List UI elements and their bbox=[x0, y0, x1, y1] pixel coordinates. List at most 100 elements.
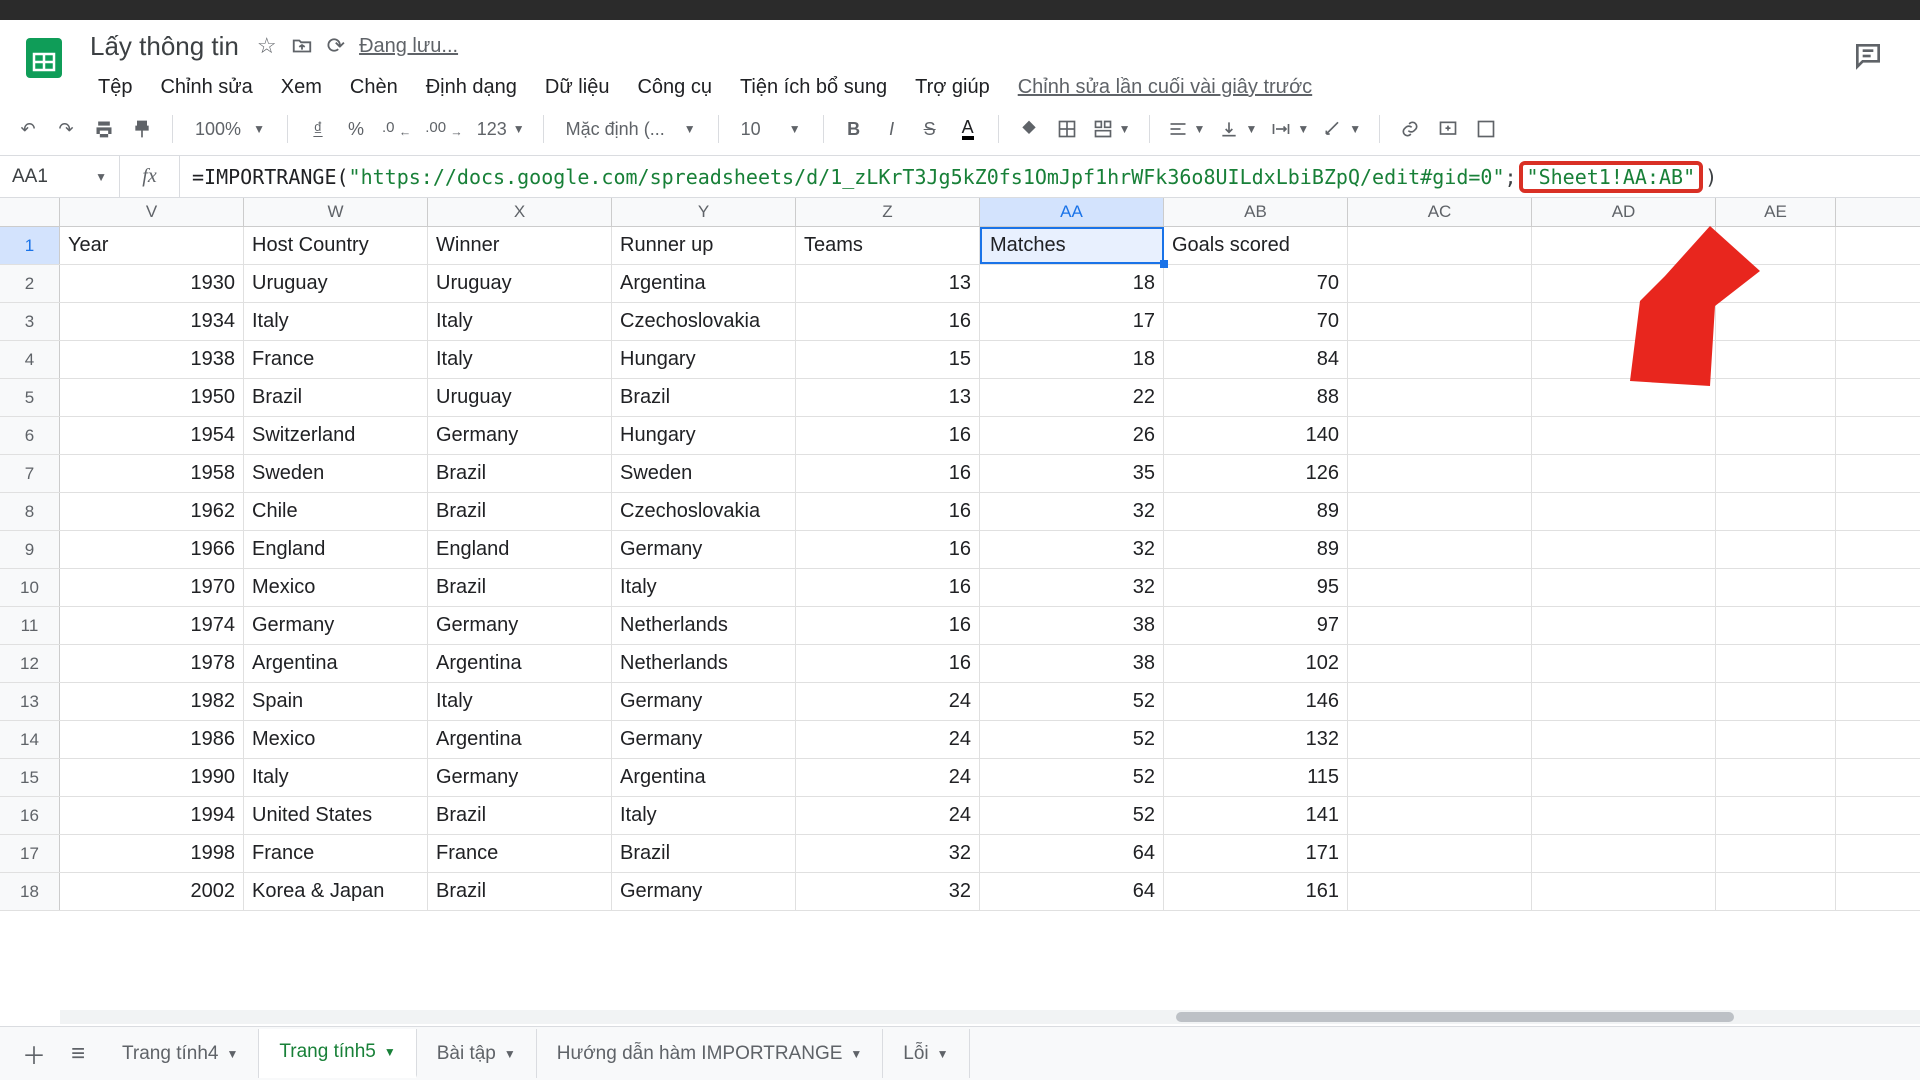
cell[interactable]: 126 bbox=[1164, 455, 1348, 492]
row-header[interactable]: 18 bbox=[0, 873, 60, 910]
row-header[interactable]: 16 bbox=[0, 797, 60, 834]
cell[interactable] bbox=[1532, 873, 1716, 910]
cell[interactable]: Matches bbox=[980, 227, 1164, 264]
cell[interactable] bbox=[1716, 607, 1836, 644]
sheet-tab[interactable]: Trang tính4▼ bbox=[102, 1029, 259, 1078]
cloud-sync-icon[interactable]: ⟳ bbox=[327, 33, 345, 59]
cell[interactable] bbox=[1716, 759, 1836, 796]
cell[interactable] bbox=[1716, 797, 1836, 834]
cell[interactable]: United States bbox=[244, 797, 428, 834]
cell[interactable]: 1994 bbox=[60, 797, 244, 834]
cell[interactable]: Italy bbox=[428, 683, 612, 720]
star-icon[interactable]: ☆ bbox=[257, 33, 277, 59]
cell[interactable]: Germany bbox=[612, 683, 796, 720]
cell[interactable] bbox=[1348, 835, 1532, 872]
cell[interactable]: 1982 bbox=[60, 683, 244, 720]
cell[interactable]: 1974 bbox=[60, 607, 244, 644]
cell[interactable] bbox=[1532, 493, 1716, 530]
wrap-button[interactable]: ▼ bbox=[1265, 111, 1315, 147]
col-header-AC[interactable]: AC bbox=[1348, 198, 1532, 226]
cell[interactable]: 13 bbox=[796, 265, 980, 302]
cell[interactable]: Netherlands bbox=[612, 607, 796, 644]
cell[interactable]: Germany bbox=[428, 417, 612, 454]
last-edit-link[interactable]: Chỉnh sửa lần cuối vài giây trước bbox=[1006, 72, 1324, 103]
cell[interactable] bbox=[1348, 417, 1532, 454]
cell[interactable]: Brazil bbox=[612, 379, 796, 416]
cell[interactable]: Germany bbox=[612, 721, 796, 758]
cell[interactable] bbox=[1348, 341, 1532, 378]
cell[interactable]: 16 bbox=[796, 569, 980, 606]
cell[interactable]: 24 bbox=[796, 721, 980, 758]
rotate-button[interactable]: ▼ bbox=[1317, 111, 1367, 147]
cell[interactable] bbox=[1348, 683, 1532, 720]
cell[interactable]: Italy bbox=[612, 569, 796, 606]
merge-button[interactable]: ▼ bbox=[1087, 111, 1137, 147]
currency-button[interactable]: ₫ bbox=[300, 111, 336, 147]
font-select[interactable]: Mặc định (...▼ bbox=[556, 111, 706, 147]
cell[interactable]: Brazil bbox=[244, 379, 428, 416]
cell[interactable]: 52 bbox=[980, 683, 1164, 720]
cell[interactable] bbox=[1532, 797, 1716, 834]
move-folder-icon[interactable] bbox=[291, 35, 313, 57]
col-header-Z[interactable]: Z bbox=[796, 198, 980, 226]
menu-chèn[interactable]: Chèn bbox=[338, 72, 410, 103]
cell[interactable]: 70 bbox=[1164, 303, 1348, 340]
cell[interactable] bbox=[1532, 607, 1716, 644]
cell[interactable]: 38 bbox=[980, 645, 1164, 682]
cell[interactable]: Brazil bbox=[428, 873, 612, 910]
cell[interactable]: Argentina bbox=[612, 759, 796, 796]
cell[interactable]: Mexico bbox=[244, 721, 428, 758]
cell[interactable] bbox=[1716, 835, 1836, 872]
cell[interactable]: Hungary bbox=[612, 341, 796, 378]
cell[interactable]: 115 bbox=[1164, 759, 1348, 796]
cell[interactable]: England bbox=[428, 531, 612, 568]
menu-chỉnh sửa[interactable]: Chỉnh sửa bbox=[148, 72, 264, 103]
cell[interactable] bbox=[1716, 873, 1836, 910]
row-header[interactable]: 17 bbox=[0, 835, 60, 872]
cell[interactable]: 64 bbox=[980, 835, 1164, 872]
cell[interactable] bbox=[1532, 455, 1716, 492]
cell[interactable]: 26 bbox=[980, 417, 1164, 454]
row-header[interactable]: 13 bbox=[0, 683, 60, 720]
cell[interactable]: Argentina bbox=[428, 645, 612, 682]
horizontal-scrollbar[interactable] bbox=[60, 1010, 1920, 1024]
col-header-AA[interactable]: AA bbox=[980, 198, 1164, 226]
cell[interactable]: 24 bbox=[796, 683, 980, 720]
cell[interactable]: 52 bbox=[980, 797, 1164, 834]
strikethrough-button[interactable]: S bbox=[912, 111, 948, 147]
sheet-tab[interactable]: Lỗi▼ bbox=[883, 1029, 969, 1078]
cell[interactable] bbox=[1716, 683, 1836, 720]
sheet-tab[interactable]: Bài tập▼ bbox=[417, 1029, 537, 1078]
cell[interactable]: 64 bbox=[980, 873, 1164, 910]
menu-định dạng[interactable]: Định dạng bbox=[414, 72, 529, 103]
cell[interactable]: 32 bbox=[796, 873, 980, 910]
row-header[interactable]: 5 bbox=[0, 379, 60, 416]
cell[interactable] bbox=[1348, 303, 1532, 340]
menu-công cụ[interactable]: Công cụ bbox=[625, 72, 724, 103]
cell[interactable]: 97 bbox=[1164, 607, 1348, 644]
cell[interactable]: 52 bbox=[980, 721, 1164, 758]
cell[interactable]: 32 bbox=[796, 835, 980, 872]
menu-dữ liệu[interactable]: Dữ liệu bbox=[533, 72, 622, 103]
cell[interactable] bbox=[1532, 645, 1716, 682]
print-button[interactable] bbox=[86, 111, 122, 147]
cell[interactable]: Chile bbox=[244, 493, 428, 530]
col-header-AD[interactable]: AD bbox=[1532, 198, 1716, 226]
borders-button[interactable] bbox=[1049, 111, 1085, 147]
add-sheet-button[interactable]: ＋ bbox=[14, 1034, 54, 1074]
cell[interactable]: 16 bbox=[796, 417, 980, 454]
cell[interactable]: Brazil bbox=[612, 835, 796, 872]
zoom-select[interactable]: 100%▼ bbox=[185, 111, 275, 147]
select-all-corner[interactable] bbox=[0, 198, 60, 226]
cell[interactable]: Spain bbox=[244, 683, 428, 720]
cell[interactable] bbox=[1532, 569, 1716, 606]
cell[interactable]: France bbox=[428, 835, 612, 872]
cell[interactable] bbox=[1716, 645, 1836, 682]
cell[interactable]: 32 bbox=[980, 493, 1164, 530]
all-sheets-button[interactable]: ≡ bbox=[58, 1034, 98, 1074]
cell[interactable]: 32 bbox=[980, 569, 1164, 606]
cell[interactable]: 1998 bbox=[60, 835, 244, 872]
cell[interactable]: 16 bbox=[796, 645, 980, 682]
cell[interactable]: 22 bbox=[980, 379, 1164, 416]
cell[interactable]: England bbox=[244, 531, 428, 568]
